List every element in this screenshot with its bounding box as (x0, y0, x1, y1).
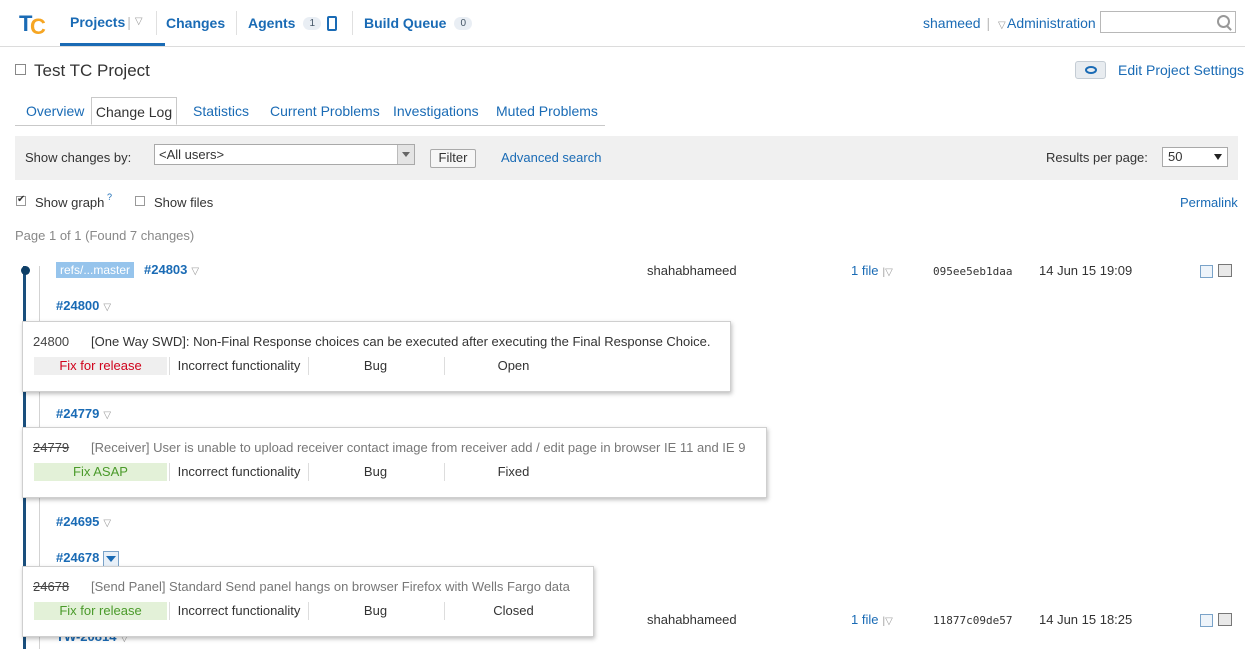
issue-category: Incorrect functionality (169, 463, 309, 481)
nav-projects-label[interactable]: Projects (70, 14, 125, 30)
permalink-link[interactable]: Permalink (1180, 195, 1238, 210)
eye-icon (1085, 66, 1097, 74)
change-row[interactable]: #24803 ▽ (144, 262, 199, 277)
agents-count-badge: 1 (303, 16, 322, 30)
project-tabs: Overview Change Log Statistics Current P… (15, 97, 605, 126)
remote-run-icon[interactable] (1218, 613, 1232, 626)
issue-priority-badge: Fix for release (34, 357, 167, 375)
dropdown-arrow-icon (1214, 154, 1222, 160)
issue-id[interactable]: 24678 (33, 579, 91, 594)
chevron-down-icon[interactable]: ▽ (135, 16, 143, 27)
nav-changes[interactable]: Changes (166, 0, 225, 46)
change-files-link[interactable]: 1 file |▽ (851, 263, 893, 278)
edit-project-settings-link[interactable]: Edit Project Settings (1118, 62, 1244, 78)
results-per-page-label: Results per page: (1046, 150, 1148, 165)
nav-agents[interactable]: Agents 1 (248, 0, 338, 46)
issue-type: Bug (307, 602, 445, 620)
chevron-down-icon[interactable] (103, 550, 120, 567)
search-icon[interactable] (1217, 15, 1230, 28)
page-info: Page 1 of 1 (Found 7 changes) (15, 228, 195, 243)
change-user: shahabhameed (647, 263, 737, 278)
branch-badge[interactable]: refs/...master (56, 262, 135, 278)
show-changes-by-label: Show changes by: (25, 150, 132, 165)
issue-priority-badge: Fix ASAP (34, 463, 167, 481)
chevron-down-icon[interactable]: ▽ (998, 20, 1006, 31)
search-input[interactable] (1100, 11, 1236, 33)
change-files-link[interactable]: 1 file |▽ (851, 612, 893, 627)
tab-statistics[interactable]: Statistics (193, 103, 249, 119)
chevron-down-icon[interactable]: ▽ (103, 410, 111, 421)
change-row[interactable]: #24695 ▽ (56, 514, 111, 529)
change-user: shahabhameed (647, 612, 737, 627)
watch-button[interactable] (1075, 61, 1106, 79)
chevron-down-icon[interactable]: ▽ (103, 518, 111, 529)
username-link[interactable]: shameed (923, 15, 981, 31)
issue-id[interactable]: 24800 (33, 334, 91, 349)
issue-category: Incorrect functionality (169, 602, 309, 620)
run-build-icon[interactable] (1200, 614, 1213, 627)
tab-investigations[interactable]: Investigations (393, 103, 479, 119)
change-row[interactable]: #24779 ▽ (56, 406, 111, 421)
issue-priority-badge: Fix for release (34, 602, 167, 620)
top-navigation-bar: T C Projects | ▽ Changes Agents 1 Build … (0, 0, 1245, 47)
issue-popup: 24800 [One Way SWD]: Non-Final Response c… (22, 321, 731, 392)
chevron-down-icon[interactable]: ▽ (191, 266, 199, 277)
page-title: Test TC Project (15, 61, 150, 81)
show-files-label[interactable]: Show files (154, 195, 213, 210)
tab-current-problems[interactable]: Current Problems (270, 103, 380, 119)
issue-title: [Send Panel] Standard Send panel hangs o… (91, 579, 570, 594)
nav-projects[interactable]: Projects | ▽ (60, 0, 165, 46)
issue-title: [Receiver] User is unable to upload rece… (91, 440, 746, 455)
chevron-down-icon[interactable]: |▽ (882, 616, 892, 627)
issue-type: Bug (307, 357, 445, 375)
issue-title: [One Way SWD]: Non-Final Response choice… (91, 334, 711, 349)
agent-status-icon[interactable] (327, 15, 338, 31)
run-build-icon[interactable] (1200, 265, 1213, 278)
help-icon[interactable]: ? (107, 192, 112, 202)
issue-popup: 24678 [Send Panel] Standard Send panel ha… (22, 566, 594, 637)
issue-category: Incorrect functionality (169, 357, 309, 375)
change-graph-node (21, 266, 30, 275)
change-row[interactable]: #24800 ▽ (56, 298, 111, 313)
dropdown-arrow-icon[interactable] (397, 145, 414, 164)
advanced-search-link[interactable]: Advanced search (501, 150, 601, 165)
issue-popup: 24779 [Receiver] User is unable to upload… (22, 427, 767, 498)
issue-type: Bug (307, 463, 445, 481)
change-date: 14 Jun 15 19:09 (1039, 263, 1133, 278)
chevron-down-icon[interactable]: |▽ (882, 267, 892, 278)
change-date: 14 Jun 15 18:25 (1039, 612, 1133, 627)
filter-button[interactable]: Filter (430, 149, 476, 168)
tab-muted-problems[interactable]: Muted Problems (496, 103, 598, 119)
administration-link[interactable]: Administration (1007, 15, 1096, 31)
project-icon (15, 64, 26, 75)
change-hash: 095ee5eb1daa (933, 265, 1013, 278)
teamcity-logo[interactable]: T C (18, 9, 48, 37)
tab-change-log[interactable]: Change Log (91, 97, 177, 125)
build-queue-count-badge: 0 (454, 16, 473, 30)
show-graph-checkbox[interactable] (16, 194, 26, 206)
show-graph-label[interactable]: Show graph (35, 195, 104, 210)
change-row[interactable]: #24678 (56, 550, 120, 567)
filter-bar: Show changes by: <All users> Filter Adva… (15, 136, 1238, 180)
chevron-down-icon[interactable]: ▽ (103, 302, 111, 313)
remote-run-icon[interactable] (1218, 264, 1232, 277)
tab-overview[interactable]: Overview (26, 103, 84, 119)
user-menu[interactable]: shameed | ▽ (923, 15, 1006, 31)
issue-id[interactable]: 24779 (33, 440, 91, 455)
issue-status: Closed (493, 603, 534, 618)
show-files-checkbox[interactable] (135, 196, 145, 206)
user-filter-select[interactable]: <All users> (154, 144, 415, 165)
svg-text:C: C (30, 14, 46, 37)
change-hash: 11877c09de57 (933, 614, 1013, 627)
results-per-page-select[interactable]: 50 (1162, 147, 1228, 167)
nav-build-queue[interactable]: Build Queue 0 (364, 0, 473, 46)
issue-status: Fixed (497, 464, 530, 479)
issue-status: Open (497, 358, 530, 373)
